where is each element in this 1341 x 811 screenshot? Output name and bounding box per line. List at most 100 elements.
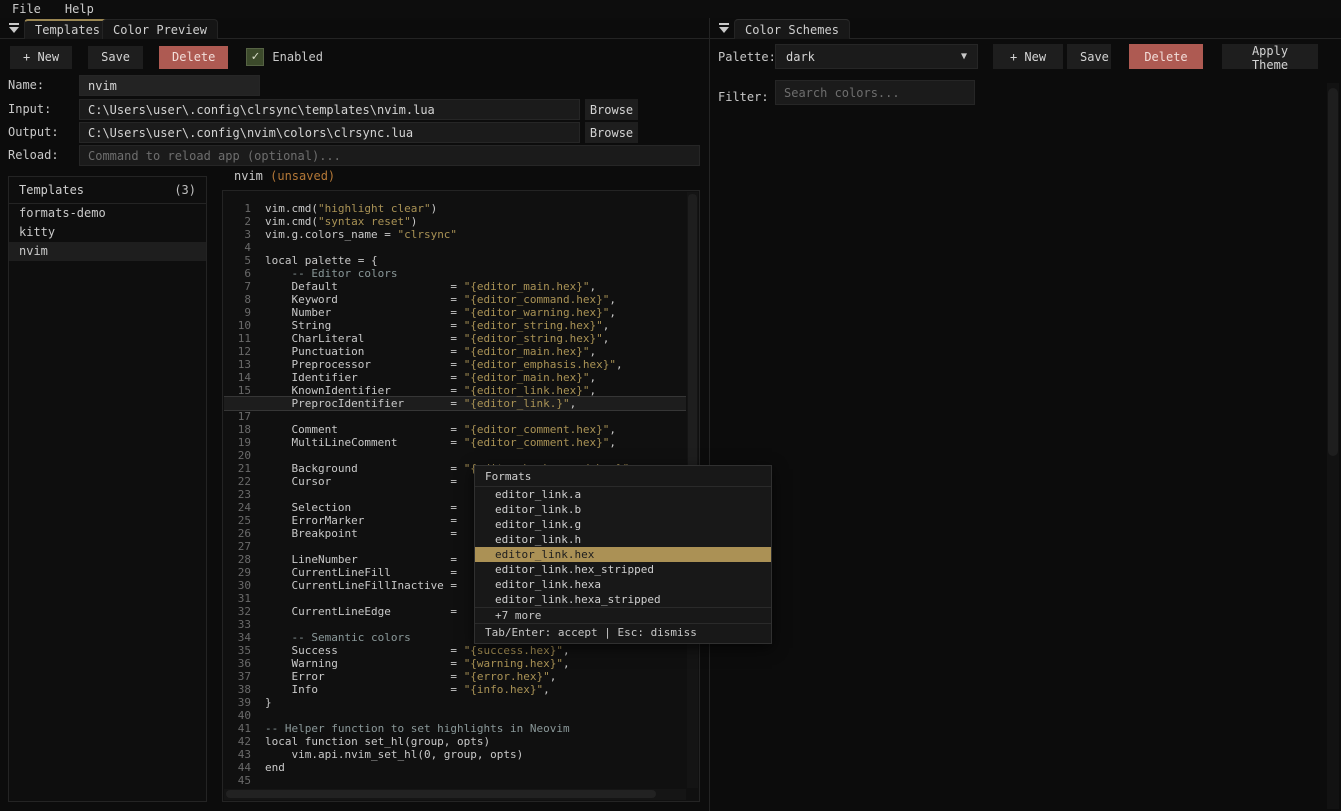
code-line: 8 Keyword = "{editor_command.hex}",: [224, 293, 686, 306]
code-text: end: [265, 761, 285, 774]
input-path-field[interactable]: [79, 99, 580, 120]
collapse-panel-icon[interactable]: [8, 23, 20, 34]
color-sections: [710, 119, 1341, 811]
popup-item-editor_link.hex_stripped[interactable]: editor_link.hex_stripped: [475, 562, 771, 577]
dropdown-caret-icon: ▼: [961, 51, 967, 62]
code-text: local function set_hl(group, opts): [265, 735, 490, 748]
name-field[interactable]: [79, 75, 260, 96]
code-line: 11 CharLiteral = "{editor_string.hex}",: [224, 332, 686, 345]
popup-item-editor_link.a[interactable]: editor_link.a: [475, 487, 771, 502]
popup-item-editor_link.h[interactable]: editor_link.h: [475, 532, 771, 547]
code-text: MultiLineComment = "{editor_comment.hex}…: [265, 436, 616, 449]
line-number: 19: [224, 436, 251, 449]
color-filter-input[interactable]: [775, 80, 975, 105]
code-text: local palette = {: [265, 254, 378, 267]
color-schemes-scrollbar-thumb[interactable]: [1328, 88, 1338, 456]
enabled-label: Enabled: [272, 50, 323, 64]
code-line: 36 Warning = "{warning.hex}",: [224, 657, 686, 670]
code-line: 38 Info = "{info.hex}",: [224, 683, 686, 696]
output-path-field[interactable]: [79, 122, 580, 143]
line-number: 1: [224, 202, 251, 215]
templates-list: Templates (3) formats-demokittynvim: [8, 176, 207, 802]
code-line: 5local palette = {: [224, 254, 686, 267]
line-number: 17: [224, 410, 251, 423]
delete-palette-button[interactable]: Delete: [1129, 44, 1203, 69]
popup-item-editor_link.hex[interactable]: editor_link.hex: [475, 547, 771, 562]
code-line: 20: [224, 449, 686, 462]
line-number: 38: [224, 683, 251, 696]
code-text: LineNumber =: [265, 553, 464, 566]
templates-count-badge: (3): [174, 183, 196, 197]
tab-color-preview[interactable]: Color Preview: [102, 19, 218, 39]
input-path-label: Input:: [8, 102, 51, 116]
line-number: 2: [224, 215, 251, 228]
line-number: 35: [224, 644, 251, 657]
code-line: 9 Number = "{editor_warning.hex}",: [224, 306, 686, 319]
line-number: 45: [224, 774, 251, 787]
reload-label: Reload:: [8, 148, 59, 162]
editor-vertical-scrollbar-thumb[interactable]: [688, 194, 697, 470]
code-text: Selection =: [265, 501, 464, 514]
input-browse-button[interactable]: Browse: [585, 99, 638, 120]
delete-template-button[interactable]: Delete: [159, 46, 228, 69]
code-text: vim.api.nvim_set_hl(0, group, opts): [265, 748, 523, 761]
line-number: 10: [224, 319, 251, 332]
code-text: Breakpoint =: [265, 527, 464, 540]
output-browse-button[interactable]: Browse: [585, 122, 638, 143]
reload-command-field[interactable]: [79, 145, 700, 166]
format-autocomplete-popup: Formats editor_link.aeditor_link.beditor…: [474, 465, 772, 644]
line-number: 34: [224, 631, 251, 644]
line-number: 30: [224, 579, 251, 592]
tab-bar: Templates Color Preview Color Schemes: [0, 18, 1341, 39]
code-line: 10 String = "{editor_string.hex}",: [224, 319, 686, 332]
code-text: Number = "{editor_warning.hex}",: [265, 306, 616, 319]
tab-templates[interactable]: Templates: [24, 19, 111, 39]
line-number: 12: [224, 345, 251, 358]
code-line: 41-- Helper function to set highlights i…: [224, 722, 686, 735]
code-text: CurrentLineFill =: [265, 566, 464, 579]
line-number: 33: [224, 618, 251, 631]
popup-item-editor_link.b[interactable]: editor_link.b: [475, 502, 771, 517]
templates-panel: + New Save Delete ✓ Enabled Name: Input:…: [0, 39, 709, 811]
line-number: 40: [224, 709, 251, 722]
code-text: Identifier = "{editor_main.hex}",: [265, 371, 596, 384]
template-list-item-formats-demo[interactable]: formats-demo: [9, 204, 206, 223]
code-line: 35 Success = "{success.hex}",: [224, 644, 686, 657]
line-number: [224, 397, 251, 410]
save-palette-button[interactable]: Save: [1067, 44, 1111, 69]
color-schemes-scrollbar[interactable]: [1327, 83, 1339, 809]
code-line: 2vim.cmd("syntax reset"): [224, 215, 686, 228]
line-number: 29: [224, 566, 251, 579]
line-number: 24: [224, 501, 251, 514]
palette-label: Palette:: [718, 50, 776, 64]
menu-file[interactable]: File: [12, 2, 41, 16]
new-palette-button[interactable]: + New: [993, 44, 1063, 69]
collapse-right-panel-icon[interactable]: [718, 23, 730, 34]
code-text: Info = "{info.hex}",: [265, 683, 550, 696]
apply-theme-button[interactable]: Apply Theme: [1222, 44, 1318, 69]
code-line: 44end: [224, 761, 686, 774]
popup-item-editor_link.g[interactable]: editor_link.g: [475, 517, 771, 532]
unsaved-badge: (unsaved): [270, 169, 335, 183]
save-template-button[interactable]: Save: [88, 46, 143, 69]
code-line: 39}: [224, 696, 686, 709]
template-list-item-kitty[interactable]: kitty: [9, 223, 206, 242]
popup-more-item[interactable]: +7 more: [475, 607, 771, 623]
editor-horizontal-scrollbar[interactable]: [224, 789, 686, 800]
editor-horizontal-scrollbar-thumb[interactable]: [226, 790, 656, 798]
editor-title: nvim (unsaved): [234, 169, 335, 183]
popup-item-editor_link.hexa_stripped[interactable]: editor_link.hexa_stripped: [475, 592, 771, 607]
code-line: 6 -- Editor colors: [224, 267, 686, 280]
line-number: 36: [224, 657, 251, 670]
template-list-item-nvim[interactable]: nvim: [9, 242, 206, 261]
palette-dropdown[interactable]: dark ▼: [775, 44, 978, 69]
popup-item-editor_link.hexa[interactable]: editor_link.hexa: [475, 577, 771, 592]
tab-color-schemes[interactable]: Color Schemes: [734, 19, 850, 39]
code-text: KnownIdentifier = "{editor_link.hex}",: [265, 384, 596, 397]
line-number: 28: [224, 553, 251, 566]
menu-help[interactable]: Help: [65, 2, 94, 16]
code-text: Error = "{error.hex}",: [265, 670, 556, 683]
enabled-checkbox[interactable]: ✓: [246, 48, 264, 66]
new-template-button[interactable]: + New: [10, 46, 72, 69]
code-text: vim.cmd("highlight clear"): [265, 202, 437, 215]
